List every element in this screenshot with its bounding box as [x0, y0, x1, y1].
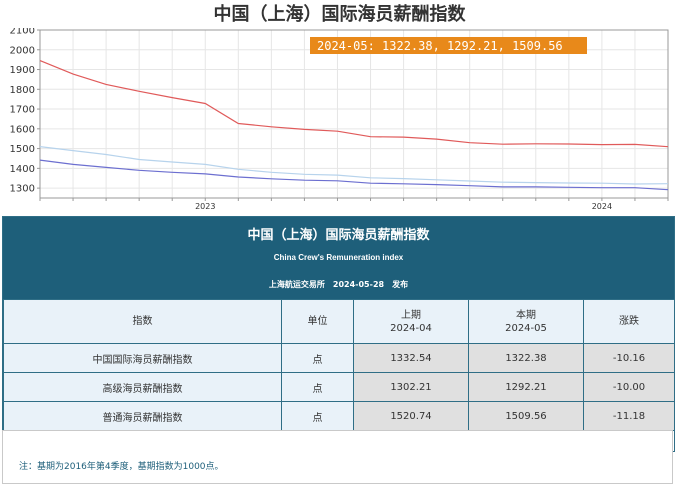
header-index: 指数 — [3, 299, 282, 344]
row-index-name: 中国国际海员薪酬指数 — [3, 343, 282, 373]
value-annotation: 2024-05: 1322.38, 1292.21, 1509.56 — [310, 37, 587, 54]
tick-labels: 1300 1400 1500 1600 1700 1800 1900 2000 2100 2023… — [10, 28, 613, 211]
header-current: 本期 2024-05 — [468, 299, 584, 344]
plot-frame — [39, 29, 669, 199]
panel-title: 中国（上海）国际海员薪酬指数 — [247, 228, 430, 243]
table-row: 高级海员薪酬指数 点 1302.21 1292.21 -10.00 — [3, 372, 675, 402]
grid-lines — [39, 29, 669, 198]
row-current-value: 1509.56 — [468, 401, 584, 431]
y-tick-label: 1400 — [10, 164, 35, 175]
y-tick-label: 2000 — [10, 45, 35, 56]
base-period-note: 注：基期为2016年第4季度，基期指数为1000点。 — [19, 462, 224, 472]
panel-subtitle: China Crew's Remuneration index — [273, 253, 404, 262]
x-year-label: 2024 — [592, 202, 612, 211]
row-unit: 点 — [281, 343, 354, 373]
header-previous-label: 上期 — [401, 309, 421, 321]
axes — [37, 29, 669, 201]
series-line — [39, 146, 669, 185]
row-unit: 点 — [281, 372, 354, 402]
note-box: 注：基期为2016年第4季度，基期指数为1000点。 — [2, 430, 673, 484]
publish-info: 上海航运交易所 2024-05-28 发布 — [268, 280, 409, 289]
y-tick-label: 1500 — [10, 144, 35, 155]
series-line — [39, 60, 669, 148]
y-tick-label: 1900 — [10, 65, 35, 76]
row-unit: 点 — [281, 401, 354, 431]
row-change: -10.16 — [583, 343, 675, 373]
header-previous: 上期 2024-04 — [353, 299, 469, 344]
row-change: -10.00 — [583, 372, 675, 402]
table-row: 中国国际海员薪酬指数 点 1332.54 1322.38 -10.16 — [3, 343, 675, 373]
series-lines — [39, 60, 669, 191]
index-panel: 中国（上海）国际海员薪酬指数 China Crew's Remuneration… — [2, 216, 675, 452]
row-previous-value: 1520.74 — [353, 401, 469, 431]
y-tick-label: 1300 — [10, 184, 35, 195]
row-index-name: 普通海员薪酬指数 — [3, 401, 282, 431]
table-header-row: 指数 单位 上期 2024-04 本期 2024-05 涨跌 — [3, 299, 675, 344]
chart-title: 中国（上海）国际海员薪酬指数 — [213, 4, 466, 25]
index-line-chart: 1300 1400 1500 1600 1700 1800 1900 2000 2100 2023… — [10, 28, 669, 211]
table-row: 普通海员薪酬指数 点 1520.74 1509.56 -11.18 — [3, 401, 675, 431]
row-current-value: 1292.21 — [468, 372, 584, 402]
header-current-label: 本期 — [516, 309, 536, 321]
annotation-text: 2024-05: 1322.38, 1292.21, 1509.56 — [317, 39, 563, 53]
row-previous-value: 1302.21 — [353, 372, 469, 402]
y-tick-label: 1600 — [10, 124, 35, 135]
row-current-value: 1322.38 — [468, 343, 584, 373]
y-tick-label: 1800 — [10, 85, 35, 96]
row-index-name: 高级海员薪酬指数 — [3, 372, 282, 402]
series-line — [39, 159, 669, 191]
panel-header: 中国（上海）国际海员薪酬指数 China Crew's Remuneration… — [3, 217, 674, 299]
row-change: -11.18 — [583, 401, 675, 431]
header-change: 涨跌 — [583, 299, 675, 344]
row-previous-value: 1332.54 — [353, 343, 469, 373]
x-year-label: 2023 — [195, 202, 215, 211]
header-current-period: 2024-05 — [505, 322, 547, 334]
y-tick-label: 1700 — [10, 105, 35, 116]
header-previous-period: 2024-04 — [390, 322, 432, 334]
y-tick-label: 2100 — [10, 28, 35, 37]
header-unit: 单位 — [281, 299, 354, 344]
index-table: 指数 单位 上期 2024-04 本期 2024-05 涨跌 中国国际海员薪酬指… — [3, 299, 675, 431]
